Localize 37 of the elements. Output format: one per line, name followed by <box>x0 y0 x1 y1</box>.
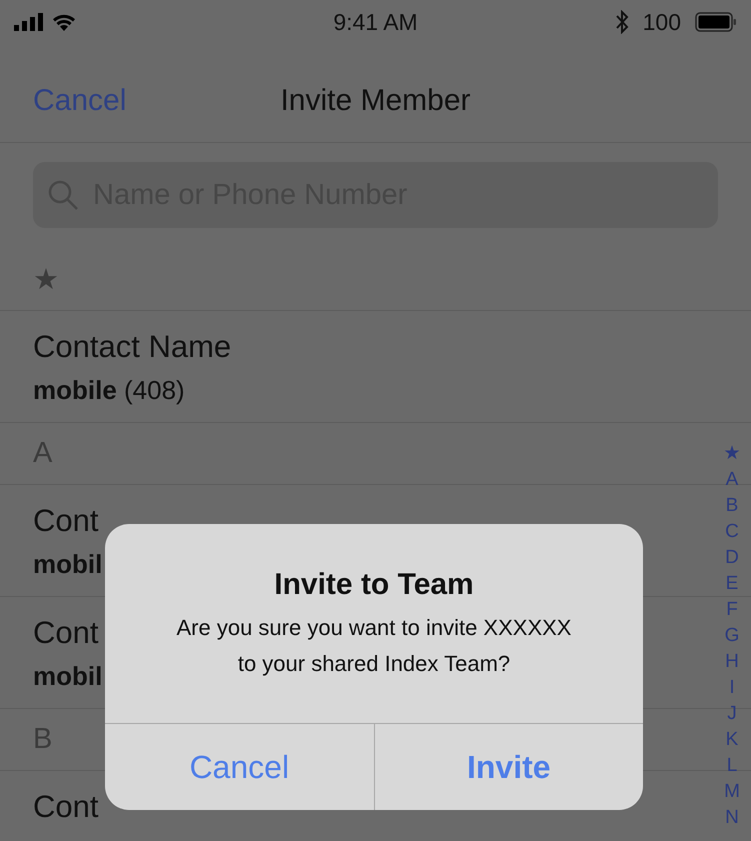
contact-name: Cont <box>33 503 98 539</box>
alert-title: Invite to Team <box>274 568 474 602</box>
contact-row[interactable]: Contact Name mobile (408) <box>0 311 751 423</box>
status-time: 9:41 AM <box>333 8 418 36</box>
index-letter[interactable]: A <box>726 467 738 493</box>
cancel-button[interactable]: Cancel <box>33 84 126 118</box>
contact-name: Contact Name <box>33 329 232 365</box>
index-letter[interactable]: I <box>729 675 735 701</box>
index-letter[interactable]: L <box>726 753 738 779</box>
index-letter[interactable]: B <box>726 493 738 519</box>
invite-button[interactable]: Invite <box>374 724 643 810</box>
index-letter[interactable]: M <box>724 779 740 805</box>
index-letter[interactable]: N <box>725 805 739 831</box>
bluetooth-icon <box>614 10 629 34</box>
index-letter[interactable]: C <box>725 519 739 545</box>
signal-icon <box>14 13 44 31</box>
contact-phone: mobil <box>33 661 102 692</box>
index-letter[interactable]: G <box>724 623 740 649</box>
alert-message: Are you sure you want to invite XXXXXX to your shared Index Team? <box>176 614 572 678</box>
index-letter[interactable]: ★ <box>724 441 740 467</box>
index-letter[interactable]: J <box>727 701 737 727</box>
cancel-button[interactable]: Cancel <box>105 724 374 810</box>
section-header: ★ <box>33 263 59 297</box>
index-letter[interactable]: F <box>726 597 738 623</box>
index-letter[interactable]: K <box>726 727 738 753</box>
contact-phone: mobile (408) <box>33 375 185 406</box>
index-letter[interactable]: H <box>725 649 739 675</box>
contact-phone: mobil <box>33 549 102 580</box>
wifi-icon <box>52 13 76 31</box>
battery-percent: 100 <box>642 8 682 36</box>
index-letter[interactable]: E <box>726 571 738 597</box>
contact-name: Cont <box>33 615 98 651</box>
index-letter[interactable]: D <box>725 545 739 571</box>
battery-icon <box>695 12 738 32</box>
contact-name: Cont <box>33 789 98 825</box>
nav-title: Invite Member <box>280 84 471 118</box>
search-icon <box>47 179 79 211</box>
